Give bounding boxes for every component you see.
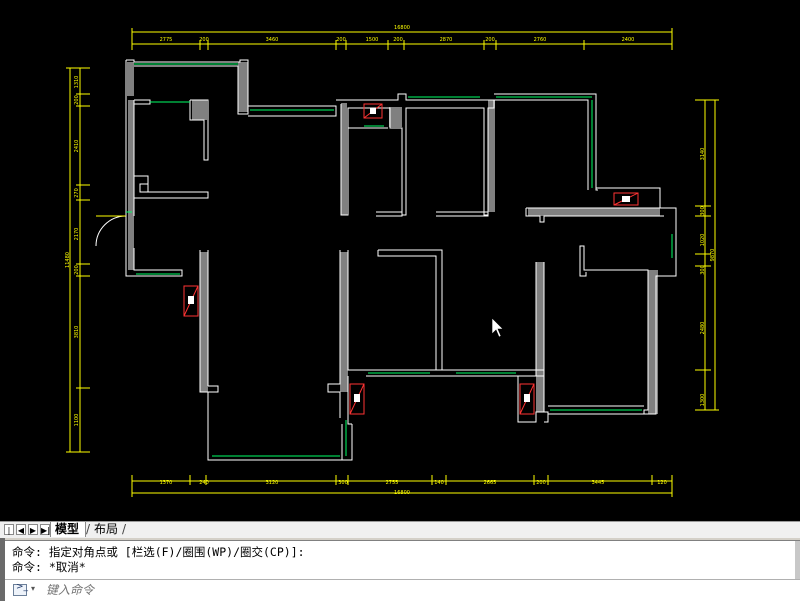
command-history-line: 命令: *取消* — [12, 560, 86, 574]
tab-prev-button[interactable]: ◀ — [16, 524, 26, 535]
dim-top-2: 3460 — [266, 37, 279, 43]
dim-left-4: 2170 — [74, 228, 80, 241]
dim-right-3: 300 — [700, 265, 706, 275]
duct-symbols — [188, 108, 630, 402]
chevron-down-icon[interactable]: ▾ — [31, 584, 35, 593]
dim-right-4: 2480 — [700, 322, 706, 335]
dim-top-7: 200 — [485, 37, 495, 43]
dim-bottom-8: 3445 — [592, 480, 605, 486]
dim-top-1: 200 — [199, 37, 209, 43]
dim-left-6: 3810 — [74, 326, 80, 339]
command-history-line: 命令: 指定对角点或 [栏选(F)/圈围(WP)/圈交(CP)]: — [12, 545, 305, 559]
floor-plan-drawing[interactable]: 16800 2775 200 3460 200 1500 200 2870 20… — [0, 0, 800, 521]
dim-left-total: 11480 — [65, 252, 71, 268]
dim-left-2: 2410 — [74, 140, 80, 153]
dimension-lines — [66, 28, 719, 497]
history-scrollbar[interactable] — [795, 541, 800, 579]
tab-separator: / — [122, 522, 127, 536]
dim-left-1: 200 — [74, 95, 80, 105]
command-prompt-icon[interactable]: >_ — [13, 582, 28, 596]
dim-top-9: 2400 — [622, 37, 635, 43]
dim-left-0: 1310 — [74, 76, 80, 89]
dim-top-total: 16800 — [394, 25, 410, 31]
tab-model[interactable]: 模型 — [50, 522, 87, 537]
dim-top-3: 200 — [336, 37, 346, 43]
dim-right-total: 9870 — [710, 249, 716, 262]
dim-bottom-2: 3120 — [266, 480, 279, 486]
dim-top-8: 2760 — [534, 37, 547, 43]
wall-fills — [127, 62, 660, 414]
layout-tab-bar: |◀ ◀ ▶ ▶| 模型 / 布局 / — [0, 521, 800, 546]
dim-top-4: 1500 — [366, 37, 379, 43]
duct-shafts — [183, 103, 639, 415]
tab-last-button[interactable]: ▶| — [40, 524, 50, 535]
command-history: 命令: 指定对角点或 [栏选(F)/圈围(WP)/圈交(CP)]: 命令: *取… — [0, 540, 800, 579]
tab-layout[interactable]: 布局 — [90, 522, 124, 537]
dim-right-0: 3140 — [700, 148, 706, 161]
dimension-labels: 16800 2775 200 3460 200 1500 200 2870 20… — [160, 25, 667, 496]
dim-right-5: 1300 — [700, 394, 706, 407]
dim-bottom-9: 120 — [657, 480, 667, 486]
dim-bottom-0: 1370 — [160, 480, 173, 486]
dim-bottom-1: 240 — [199, 480, 209, 486]
dim-bottom-7: 200 — [536, 480, 546, 486]
dim-right-1: 300 — [700, 206, 706, 216]
dim-top-5: 200 — [393, 37, 403, 43]
dim-left-7: 1100 — [74, 414, 80, 427]
dim-top-0: 2775 — [160, 37, 173, 43]
dim-bottom-5: 140 — [434, 480, 444, 486]
tab-next-button[interactable]: ▶ — [28, 524, 38, 535]
door-swing — [95, 215, 127, 248]
dim-bottom-3: 300 — [338, 480, 348, 486]
dim-bottom-6: 2665 — [484, 480, 497, 486]
mouse-cursor-icon — [491, 317, 504, 338]
dim-bottom-total: 16800 — [394, 490, 410, 496]
dim-left-5: 200 — [74, 265, 80, 275]
dim-right-2: 1020 — [700, 234, 706, 247]
dim-bottom-4: 2755 — [386, 480, 399, 486]
command-input-bar: >_ ▾ — [0, 579, 800, 601]
dim-left-3: 270 — [74, 188, 80, 198]
drawing-canvas[interactable]: 16800 2775 200 3460 200 1500 200 2870 20… — [0, 0, 800, 521]
window-edge — [0, 538, 5, 601]
dim-top-6: 2870 — [440, 37, 453, 43]
command-window: 命令: 指定对角点或 [栏选(F)/圈围(WP)/圈交(CP)]: 命令: *取… — [0, 538, 800, 601]
command-input[interactable] — [46, 582, 786, 598]
tab-first-button[interactable]: |◀ — [4, 524, 14, 546]
